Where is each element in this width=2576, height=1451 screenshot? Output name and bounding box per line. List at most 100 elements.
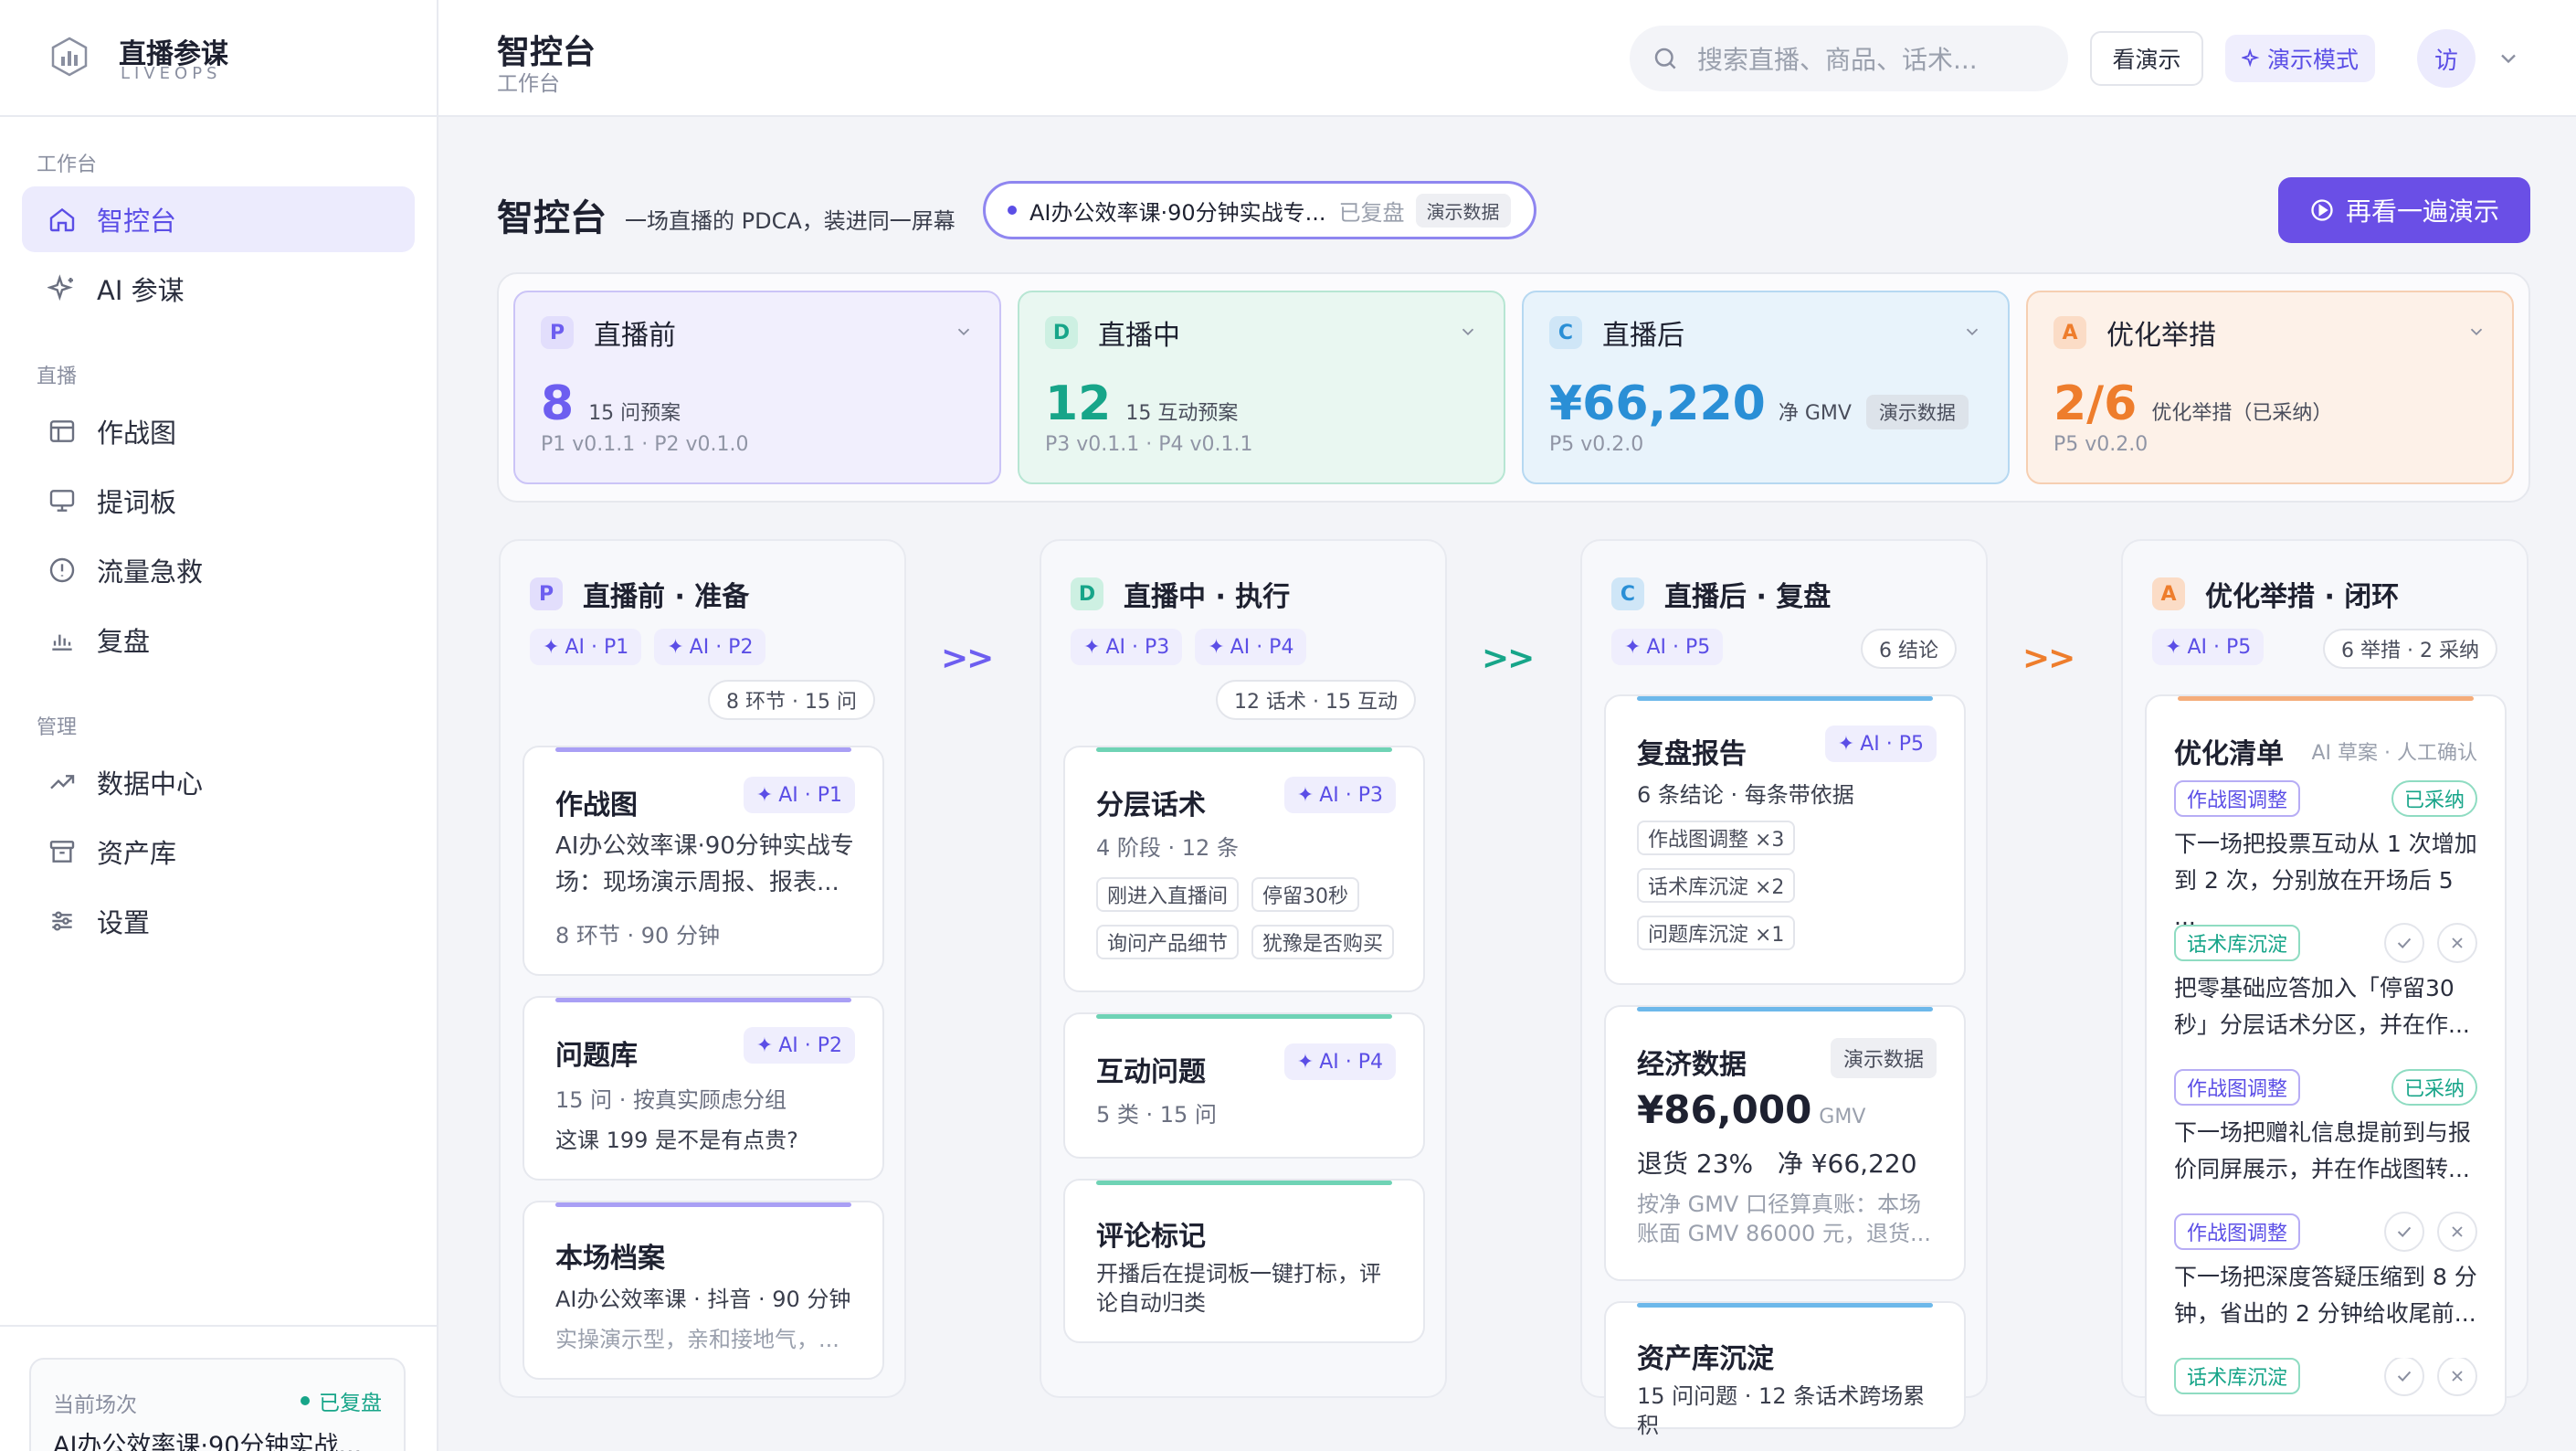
card-title: 经济数据 <box>1637 1049 1747 1081</box>
reject-button[interactable] <box>2437 923 2477 963</box>
card-review-report[interactable]: 复盘报告 ✦ AI · P5 6 条结论 · 每条带依据 作战图调整 ×3 话术库… <box>1604 694 1966 985</box>
card-title: 问题库 <box>555 1040 638 1072</box>
stage-card-check[interactable]: C 直播后 ¥66,220 净 GMV 演示数据 P5 v0.2.0 <box>1522 291 2010 484</box>
card-text: 15 问 · 按真实顾虑分组 <box>555 1087 787 1113</box>
item-text: 下一场把赠礼信息提前到与报价同屏展示，并在作战图转... <box>2174 1119 2472 1182</box>
sliders-icon <box>44 903 80 939</box>
column-check: C 直播后 · 复盘 ✦ AI · P5 6 结论 复盘报告 ✦ AI · P5 6 … <box>1580 539 1988 1438</box>
card-meta: 实操演示型，亲和接地气，... <box>555 1327 839 1352</box>
item-text: 下一场把投票互动从 1 次增加到 2 次，分别放在开场后 5 ... <box>2174 831 2477 930</box>
current-session-label: 当前场次 <box>53 1393 137 1417</box>
ai-badge: ✦ AI · P2 <box>743 1027 855 1064</box>
approve-button[interactable] <box>2384 923 2424 963</box>
card-session-profile[interactable]: 本场档案 AI办公效率课 · 抖音 · 90 分钟 实操演示型，亲和接地气，..… <box>523 1201 884 1380</box>
card-question-bank[interactable]: 问题库 ✦ AI · P2 15 问 · 按真实顾虑分组 这课 199 是不是有点… <box>523 996 884 1181</box>
script-tag[interactable]: 犹豫是否购买 <box>1251 925 1395 959</box>
sidebar-item-ai-advisor[interactable]: AI 参谋 <box>22 256 415 322</box>
card-economic-data[interactable]: 经济数据 演示数据 ¥86,000 GMV 退货 23% 净 ¥66,220 按… <box>1604 1005 1966 1281</box>
column-title: 直播后 · 复盘 <box>1664 581 1832 613</box>
alert-icon <box>44 552 80 588</box>
sidebar-item-battle-map[interactable]: 作战图 <box>22 398 415 464</box>
ai-badge: ✦ AI · P1 <box>530 629 642 665</box>
ai-badge: ✦ AI · P4 <box>1283 1043 1396 1080</box>
gmv-unit: GMV <box>1819 1106 1866 1128</box>
list-item[interactable]: 作战图调整 下一场把深度答疑压缩到 8 分钟，省出的 2 分钟给收尾前... <box>2174 1212 2477 1350</box>
current-session-card[interactable]: 当前场次 已复盘 AI办公效率课·90分钟实战... <box>29 1358 406 1451</box>
approve-button[interactable] <box>2384 1212 2424 1252</box>
chevron-down-icon[interactable] <box>1458 322 1478 342</box>
chevron-down-icon[interactable] <box>954 322 974 342</box>
stage-name: 直播后 <box>1602 320 1684 352</box>
sidebar-item-label: 设置 <box>97 907 151 938</box>
item-text: 把零基础应答加入「停留30秒」分层话术分区，并在作... <box>2174 975 2470 1038</box>
card-meta: 按净 GMV 口径算真账：本场账面 GMV 86000 元，退货... <box>1637 1192 1931 1246</box>
sidebar-item-review[interactable]: 复盘 <box>22 607 415 673</box>
avatar[interactable]: 访 <box>2417 29 2476 88</box>
card-text: AI办公效率课·90分钟实战专场：现场演示周报、报表... <box>555 832 854 896</box>
status-badge: 已复盘 <box>301 1385 382 1416</box>
ai-badge: ✦ AI · P1 <box>743 777 855 813</box>
card-battle-map[interactable]: 作战图 ✦ AI · P1 AI办公效率课·90分钟实战专场：现场演示周报、报表.… <box>523 746 884 976</box>
search-input[interactable]: 搜索直播、商品、话术... <box>1630 26 2068 91</box>
stage-sub: 15 问预案 <box>588 402 681 425</box>
session-selector[interactable]: AI办公效率课·90分钟实战专... 已复盘 演示数据 <box>983 181 1536 239</box>
archive-icon <box>44 833 80 870</box>
chevron-down-icon[interactable] <box>2466 322 2486 342</box>
card-title: 评论标记 <box>1096 1221 1206 1253</box>
column-letter: A <box>2152 577 2185 610</box>
script-tag[interactable]: 停留30秒 <box>1251 877 1360 912</box>
chevron-down-icon[interactable] <box>1962 322 1982 342</box>
sparkle-icon: ✦ <box>1208 635 1225 659</box>
reject-button[interactable] <box>2437 1358 2477 1396</box>
count-badge: 6 举措 · 2 采纳 <box>2323 629 2497 669</box>
sidebar-item-teleprompter[interactable]: 提词板 <box>22 468 415 534</box>
stage-name: 直播前 <box>594 320 676 352</box>
sidebar-item-label: AI 参谋 <box>97 275 185 306</box>
stage-card-do[interactable]: D 直播中 12 15 互动预案 P3 v0.1.1 · P4 v0.1.1 <box>1018 291 1505 484</box>
topbar: 智控台 工作台 搜索直播、商品、话术... 看演示 演示模式 访 <box>438 0 2576 117</box>
list-item[interactable]: 话术库沉淀 把零基础应答加入「停留30秒」分层话术分区，并在作... <box>2174 923 2477 1062</box>
breadcrumb: 工作台 <box>497 72 560 96</box>
conclusion-tag[interactable]: 问题库沉淀 ×1 <box>1637 916 1796 950</box>
stage-version: P3 v0.1.1 · P4 v0.1.1 <box>1045 433 1253 456</box>
script-tag[interactable]: 询问产品细节 <box>1096 925 1240 959</box>
replay-demo-button[interactable]: 再看一遍演示 <box>2278 177 2530 243</box>
list-item[interactable]: 作战图调整 已采纳 下一场把投票互动从 1 次增加到 2 次，分别放在开场后 5… <box>2174 780 2477 930</box>
script-tag[interactable]: 刚进入直播间 <box>1096 877 1240 912</box>
sidebar-item-dashboard[interactable]: 智控台 <box>22 186 415 252</box>
card-interaction-questions[interactable]: 互动问题 ✦ AI · P4 5 类 · 15 问 <box>1063 1012 1425 1159</box>
chevron-down-icon[interactable] <box>2496 46 2521 71</box>
watch-demo-button[interactable]: 看演示 <box>2090 31 2203 86</box>
category-tag: 作战图调整 <box>2174 1069 2301 1106</box>
card-title: 作战图 <box>555 789 638 821</box>
sidebar: 直播参谋 LIVEOPS 工作台 智控台 AI 参谋 直播 作战图 提词板 流量… <box>0 0 438 1451</box>
sparkle-icon: ✦ <box>2165 635 2182 659</box>
sidebar-item-traffic-rescue[interactable]: 流量急救 <box>22 537 415 603</box>
stage-card-act[interactable]: A 优化举措 2/6 优化举措（已采纳） P5 v0.2.0 <box>2026 291 2514 484</box>
search-icon <box>1652 45 1679 72</box>
demo-mode-button[interactable]: 演示模式 <box>2225 35 2375 82</box>
status-dot <box>1008 206 1017 215</box>
card-asset-accumulation[interactable]: 资产库沉淀 15 问问题 · 12 条话术跨场累积 <box>1604 1301 1966 1438</box>
approve-button[interactable] <box>2384 1358 2424 1396</box>
conclusion-tag[interactable]: 作战图调整 ×3 <box>1637 821 1796 855</box>
reject-button[interactable] <box>2437 1212 2477 1252</box>
sidebar-item-settings[interactable]: 设置 <box>22 888 415 954</box>
sidebar-item-label: 数据中心 <box>97 768 204 800</box>
ai-badge: ✦ AI · P4 <box>1195 629 1307 665</box>
card-text: 开播后在提词板一键打标，评论自动归类 <box>1096 1261 1381 1316</box>
card-tiered-scripts[interactable]: 分层话术 ✦ AI · P3 4 阶段 · 12 条 刚进入直播间 停留30秒 询… <box>1063 746 1425 992</box>
column-letter: D <box>1071 577 1103 610</box>
sidebar-item-asset-library[interactable]: 资产库 <box>22 819 415 884</box>
conclusion-tag[interactable]: 话术库沉淀 ×2 <box>1637 868 1796 903</box>
stage-card-plan[interactable]: P 直播前 8 15 问预案 P1 v0.1.1 · P2 v0.1.0 <box>513 291 1001 484</box>
sidebar-item-data-center[interactable]: 数据中心 <box>22 749 415 815</box>
nav-group-workbench: 工作台 <box>37 154 98 176</box>
list-item[interactable]: 作战图调整 已采纳 下一场把赠礼信息提前到与报价同屏展示，并在作战图转... <box>2174 1069 2477 1206</box>
monitor-icon <box>44 482 80 519</box>
category-tag: 话术库沉淀 <box>2174 1358 2301 1394</box>
sidebar-item-label: 智控台 <box>97 206 177 237</box>
list-item[interactable]: 话术库沉淀 <box>2174 1358 2477 1413</box>
card-comment-tagging[interactable]: 评论标记 开播后在提词板一键打标，评论自动归类 <box>1063 1179 1425 1343</box>
item-text: 下一场把深度答疑压缩到 8 分钟，省出的 2 分钟给收尾前... <box>2174 1264 2477 1327</box>
